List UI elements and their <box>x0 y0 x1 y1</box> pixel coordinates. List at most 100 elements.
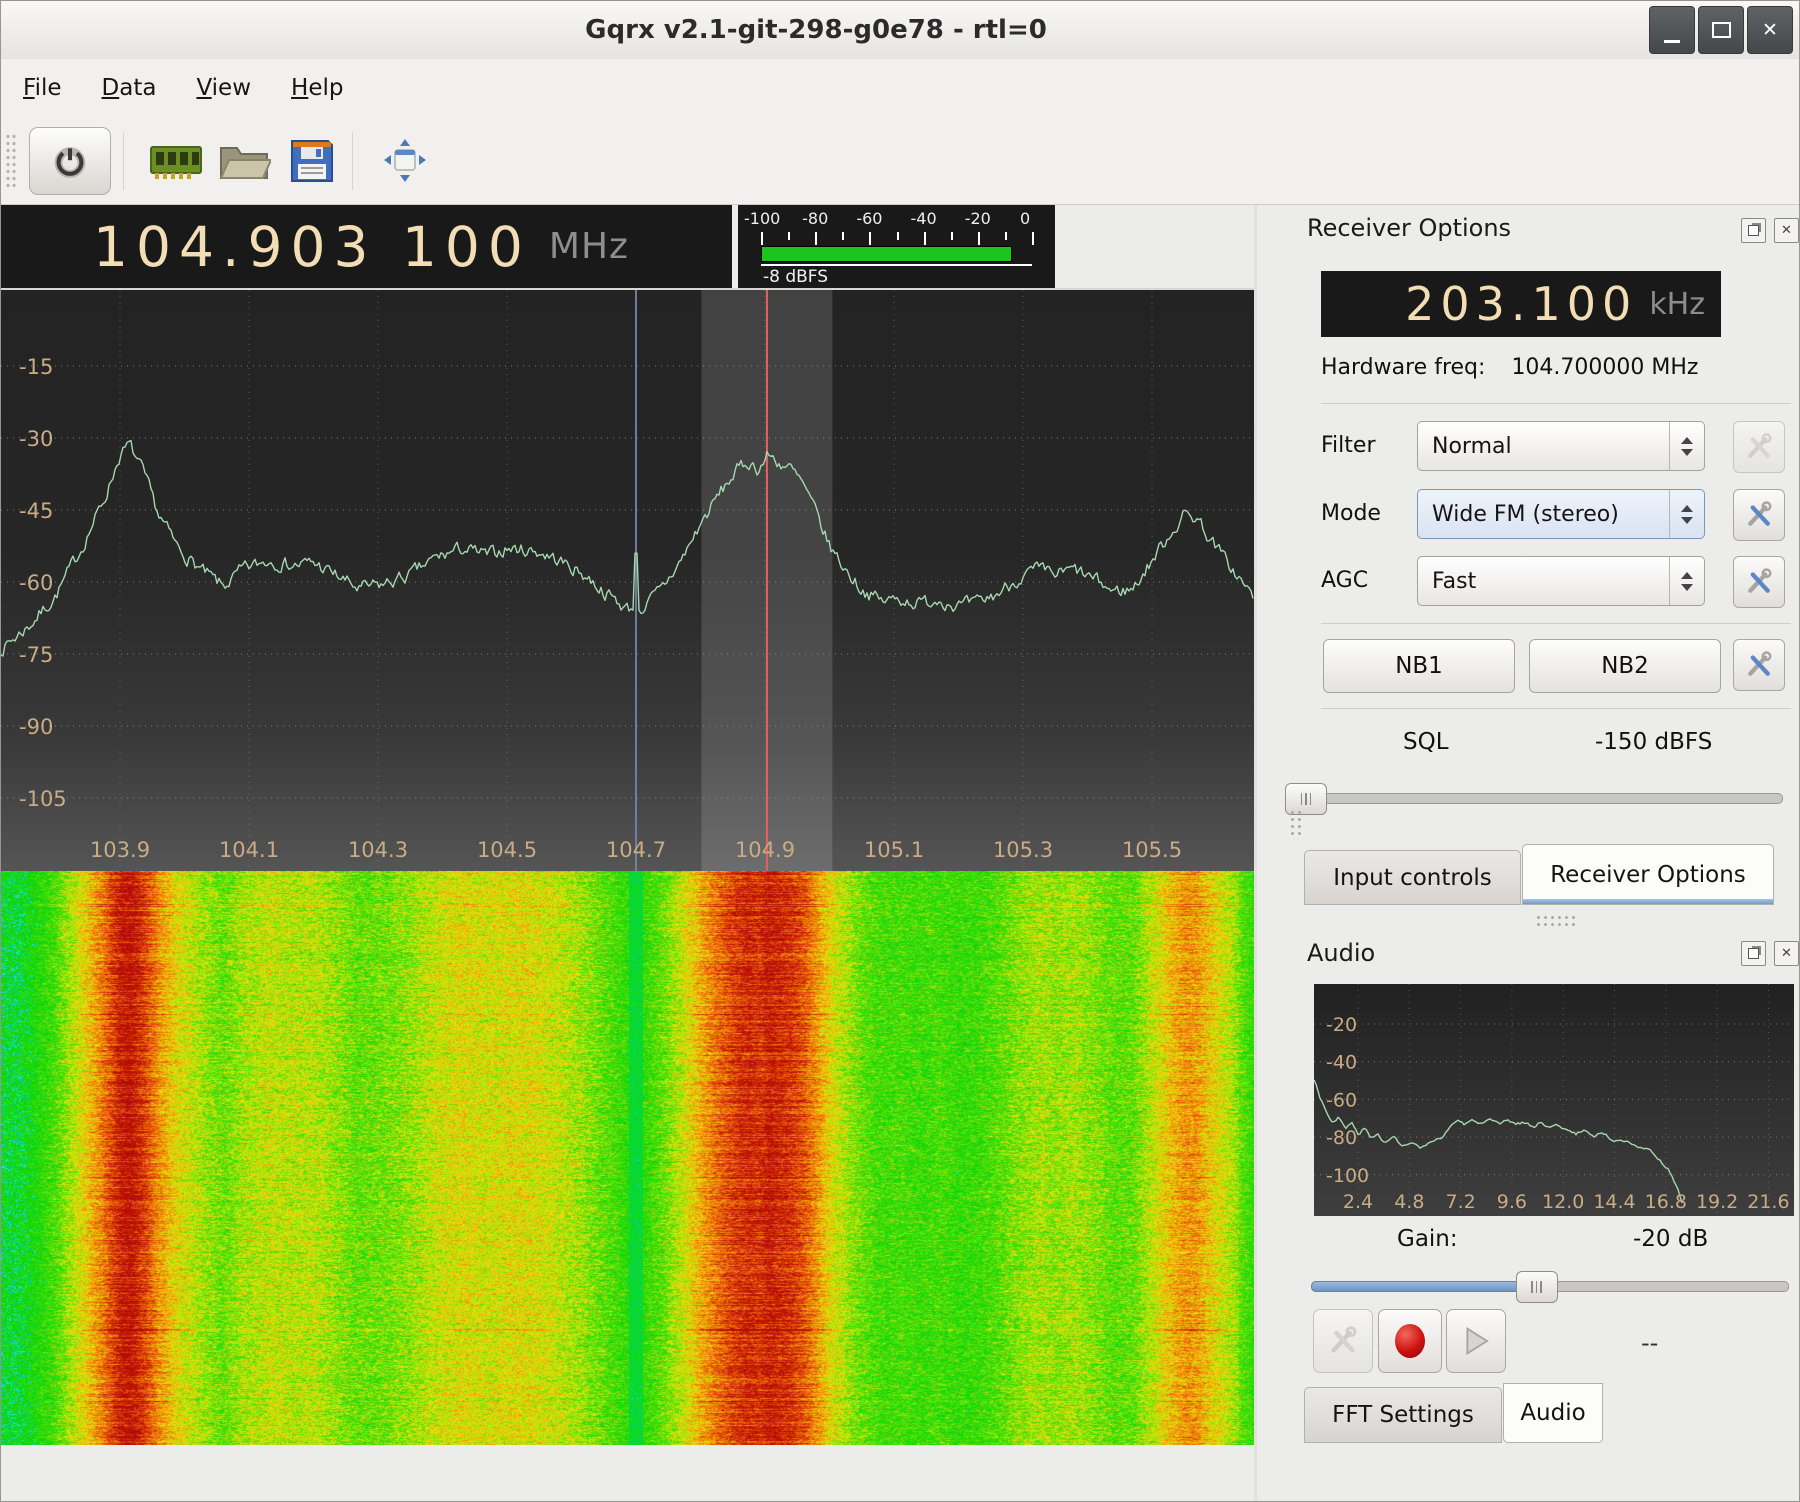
frequency-display[interactable]: 104.903 100 MHz <box>1 205 732 288</box>
nb1-button[interactable]: NB1 <box>1323 639 1515 693</box>
spinner-icon[interactable] <box>1669 490 1704 538</box>
maximize-button[interactable] <box>1698 6 1744 54</box>
close-button[interactable]: ✕ <box>1747 6 1793 54</box>
menu-bar: File Data View Help <box>1 59 1800 117</box>
spinner-icon[interactable] <box>1669 422 1704 470</box>
smeter-baseline <box>761 264 1032 266</box>
toolbar-separator <box>352 132 353 190</box>
frequency-value[interactable]: 104.903 100 <box>93 215 531 279</box>
menu-file[interactable]: File <box>23 75 62 101</box>
svg-text:-60: -60 <box>1326 1089 1357 1111</box>
svg-text:104.1: 104.1 <box>219 838 279 862</box>
smeter-bar <box>761 246 1012 262</box>
svg-text:-45: -45 <box>19 499 53 523</box>
svg-text:-20: -20 <box>1326 1014 1357 1036</box>
nb-options-button[interactable] <box>1733 639 1785 691</box>
menu-view[interactable]: View <box>196 75 251 101</box>
agc-label: AGC <box>1321 556 1368 606</box>
splitter-handle-dots[interactable] <box>1289 809 1305 839</box>
smeter-tick-label: -100 <box>744 209 780 228</box>
smeter-tick-label: -60 <box>849 209 889 228</box>
mode-value: Wide FM (stereo) <box>1432 502 1669 527</box>
smeter-tick-label: -20 <box>958 209 998 228</box>
close-icon: ✕ <box>1762 19 1778 41</box>
channel-freq-value[interactable]: 203.100 <box>1405 277 1637 331</box>
receiver-options-title: Receiver Options <box>1307 214 1511 242</box>
svg-text:12.0: 12.0 <box>1542 1191 1584 1213</box>
svg-text:105.3: 105.3 <box>993 838 1053 862</box>
toolbar-separator <box>123 132 124 190</box>
gqrx-window: Gqrx v2.1-git-298-g0e78 - rtl=0 ✕ File Da… <box>0 0 1800 1502</box>
sql-slider-track[interactable] <box>1285 793 1783 804</box>
svg-text:-40: -40 <box>1326 1052 1357 1074</box>
dsp-start-button[interactable] <box>148 136 204 186</box>
tab-drag-dots[interactable] <box>1535 914 1579 926</box>
menu-help[interactable]: Help <box>291 75 343 101</box>
svg-text:-60: -60 <box>19 571 53 595</box>
tools-icon <box>1327 1325 1359 1357</box>
mode-options-button[interactable] <box>1733 489 1785 541</box>
svg-text:19.2: 19.2 <box>1696 1191 1738 1213</box>
open-file-button[interactable] <box>216 136 272 186</box>
mode-label: Mode <box>1321 489 1381 539</box>
agc-value: Fast <box>1432 569 1669 594</box>
tab-label: Audio <box>1520 1400 1585 1426</box>
svg-text:2.4: 2.4 <box>1343 1191 1373 1213</box>
smeter-tick-label: -40 <box>904 209 944 228</box>
smeter-tick <box>951 232 953 240</box>
smeter-tick <box>842 232 844 240</box>
filter-value: Normal <box>1432 434 1669 459</box>
dock-float-button[interactable] <box>1741 218 1766 243</box>
audio-spectrum-plot[interactable]: -20-40-60-80-1002.44.87.29.612.014.416.8… <box>1314 984 1794 1216</box>
title-bar[interactable]: Gqrx v2.1-git-298-g0e78 - rtl=0 ✕ <box>1 1 1800 60</box>
spinner-icon[interactable] <box>1669 557 1704 605</box>
tab-audio[interactable]: Audio <box>1503 1383 1603 1443</box>
rf-spectrum-svg: -15-30-45-60-75-90-105103.9104.1104.3104… <box>1 290 1254 871</box>
hardware-freq-row: Hardware freq: 104.700000 MHz <box>1321 355 1698 380</box>
power-icon <box>51 142 89 180</box>
audio-close-button[interactable]: ✕ <box>1774 941 1799 966</box>
recorder-status: -- <box>1641 1329 1658 1357</box>
gain-slider-handle[interactable] <box>1516 1271 1558 1303</box>
rf-spectrum-plot[interactable]: -15-30-45-60-75-90-105103.9104.1104.3104… <box>1 290 1254 871</box>
audio-record-button[interactable] <box>1378 1309 1442 1373</box>
fullscreen-button[interactable] <box>377 136 433 186</box>
channel-freq-display[interactable]: 203.100 kHz <box>1321 271 1721 337</box>
svg-text:-75: -75 <box>19 643 53 667</box>
tab-receiver-options[interactable]: Receiver Options <box>1522 844 1774 905</box>
sql-value: -150 dBFS <box>1595 729 1712 755</box>
menu-data[interactable]: Data <box>102 75 157 101</box>
dock-close-icon: ✕ <box>1781 946 1792 961</box>
svg-text:103.9: 103.9 <box>90 838 150 862</box>
move-arrows-icon <box>380 137 430 185</box>
agc-combo[interactable]: Fast <box>1417 556 1705 606</box>
power-button[interactable] <box>29 127 111 195</box>
tab-fft-settings[interactable]: FFT Settings <box>1304 1387 1502 1443</box>
frequency-unit: MHz <box>549 226 629 267</box>
play-icon <box>1461 1325 1491 1357</box>
audio-float-button[interactable] <box>1741 941 1766 966</box>
separator <box>1321 403 1791 404</box>
record-icon <box>1395 1324 1425 1358</box>
filter-combo[interactable]: Normal <box>1417 421 1705 471</box>
agc-options-button[interactable] <box>1733 556 1785 608</box>
signal-meter: -100-80-60-40-200-8 dBFS <box>738 205 1055 288</box>
smeter-tick <box>1032 232 1034 245</box>
svg-text:14.4: 14.4 <box>1593 1191 1635 1213</box>
minimize-icon <box>1664 40 1680 43</box>
mode-combo[interactable]: Wide FM (stereo) <box>1417 489 1705 539</box>
toolbar-drag-handle[interactable] <box>5 133 17 189</box>
smeter-tick-label: 0 <box>1020 209 1030 228</box>
nb2-button[interactable]: NB2 <box>1529 639 1721 693</box>
dsp-board-icon <box>149 139 203 183</box>
svg-text:104.5: 104.5 <box>477 838 537 862</box>
waterfall-display[interactable] <box>1 871 1254 1445</box>
tab-input-controls[interactable]: Input controls <box>1304 850 1521 905</box>
smeter-tick-label: -80 <box>795 209 835 228</box>
svg-text:4.8: 4.8 <box>1394 1191 1424 1213</box>
dock-close-button[interactable]: ✕ <box>1774 218 1799 243</box>
smeter-tick <box>1005 232 1007 240</box>
minimize-button[interactable] <box>1649 6 1695 54</box>
save-button[interactable] <box>284 136 340 186</box>
filter-options-button <box>1733 421 1785 473</box>
